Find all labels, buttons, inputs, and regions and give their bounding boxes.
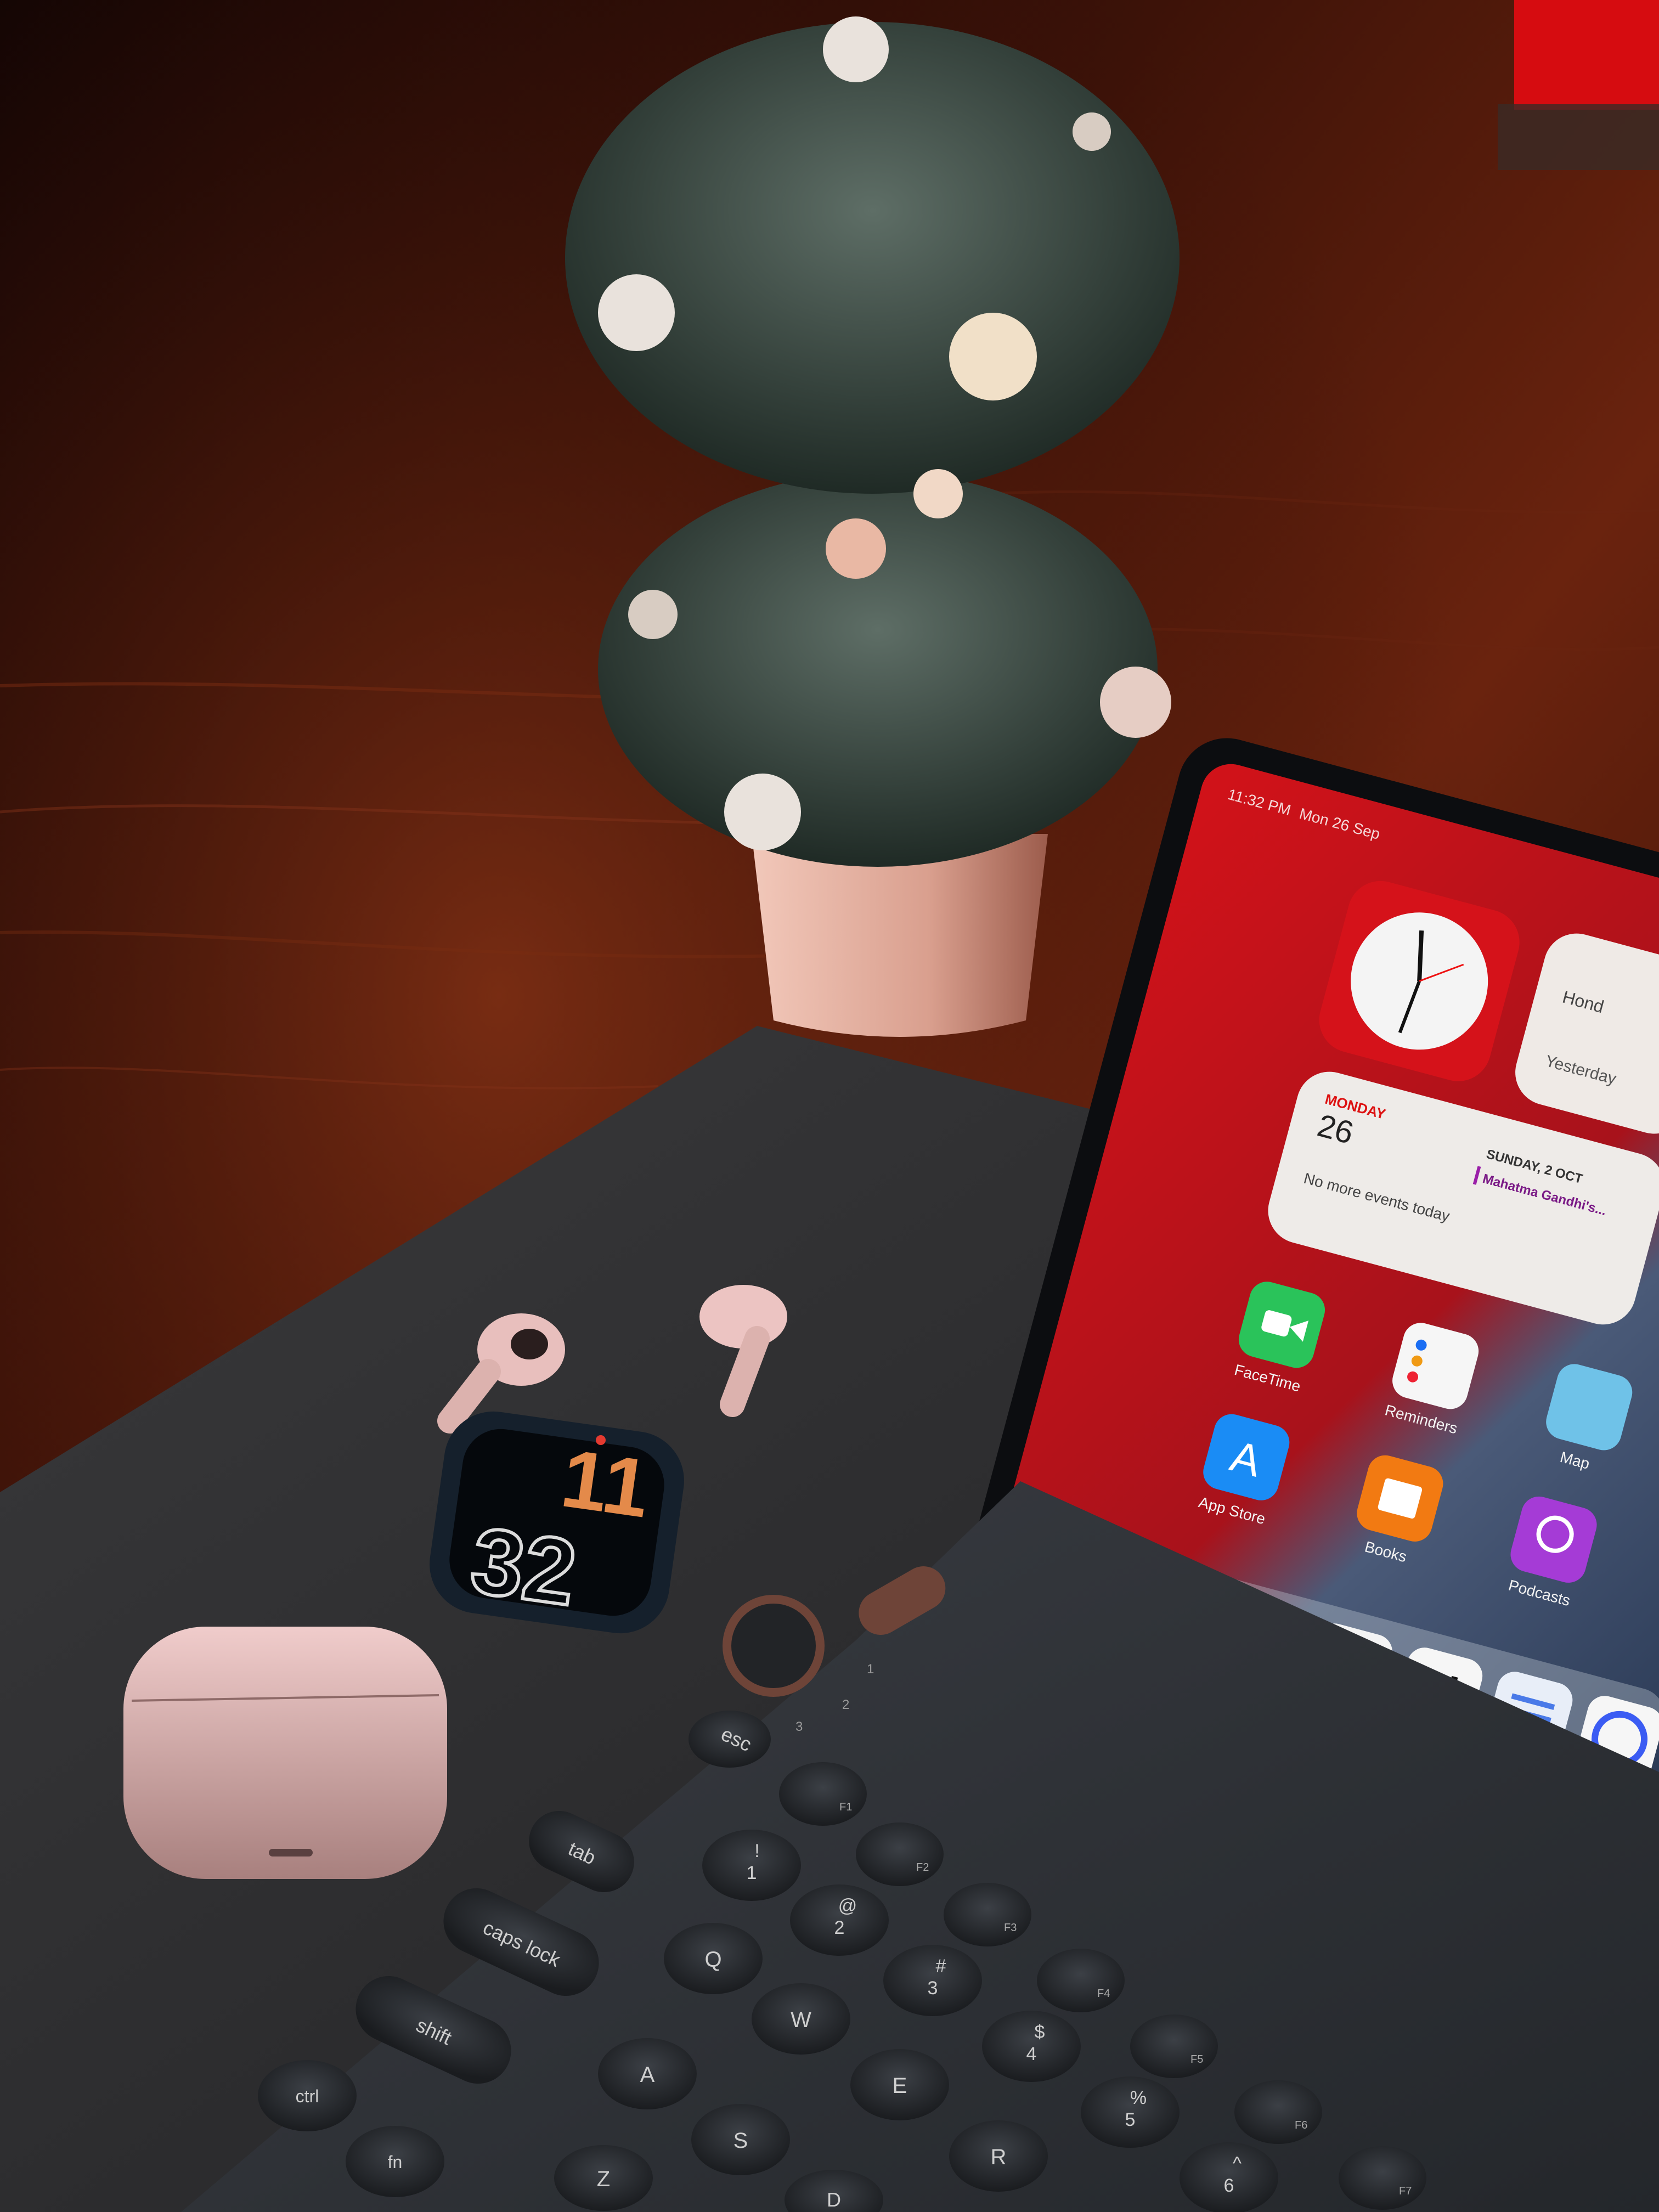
key-5[interactable]: %5 [1081,2076,1180,2148]
key-ctrl[interactable]: ctrl [258,2060,357,2131]
key-4-shift: $ [1035,2022,1045,2042]
key-2-label: 2 [834,1917,845,1938]
key-f7-label: F7 [1399,2185,1412,2197]
channel-1-label: 1 [867,1662,874,1677]
device-switch-dial[interactable] [723,1595,825,1697]
key-s[interactable]: S [691,2104,790,2175]
key-f7[interactable]: F7 [1339,2146,1426,2210]
key-w-label: W [791,2008,811,2032]
key-ctrl-label: ctrl [296,2086,319,2106]
key-4-label: 4 [1026,2044,1037,2064]
key-5-label: 5 [1125,2109,1136,2130]
scene-svg: 11 32 11:32 PM Mon 26 Sep Hond Yesterday… [0,0,1659,2212]
key-f2[interactable]: F2 [856,1822,944,1886]
key-2-shift: @ [838,1895,857,1916]
watch-hour: 11 [556,1431,655,1534]
key-f3-label: F3 [1004,1922,1017,1934]
key-w[interactable]: W [752,1983,850,2055]
key-6-shift: ^ [1233,2153,1242,2174]
key-6-label: 6 [1224,2175,1234,2196]
key-f5[interactable]: F5 [1130,2015,1218,2078]
background-monitor [1498,0,1659,170]
key-q-label: Q [704,1948,721,1972]
desk-photo-scene: 11 32 11:32 PM Mon 26 Sep Hond Yesterday… [0,0,1659,2212]
apple-watch: 11 32 [430,1411,684,1634]
airpods-case [123,1627,447,1879]
key-q[interactable]: Q [664,1923,763,1994]
key-e[interactable]: E [850,2049,949,2120]
key-d-label: D [827,2188,841,2211]
key-f6-label: F6 [1295,2119,1307,2131]
key-f3[interactable]: F3 [944,1883,1031,1946]
key-3-label: 3 [928,1978,938,1999]
key-3-shift: # [936,1956,946,1977]
key-5-shift: % [1130,2087,1147,2108]
key-fn-label: fn [388,2152,403,2172]
key-f5-label: F5 [1190,2053,1203,2066]
key-1[interactable]: !1 [702,1830,801,1901]
key-1-label: 1 [747,1863,757,1883]
key-3[interactable]: #3 [883,1945,982,2016]
key-fn[interactable]: fn [346,2126,444,2197]
key-z[interactable]: Z [554,2145,653,2211]
key-f1[interactable]: F1 [779,1762,867,1826]
key-6[interactable]: ^6 [1180,2142,1278,2212]
watch-minute: 32 [465,1508,583,1625]
key-a-label: A [640,2063,655,2087]
key-r[interactable]: R [949,2120,1048,2192]
key-4[interactable]: $4 [982,2011,1081,2082]
key-e-label: E [893,2074,907,2098]
key-f4-label: F4 [1097,1988,1110,2000]
key-f6[interactable]: F6 [1234,2080,1322,2144]
key-1-shift: ! [754,1841,759,1861]
key-z-label: Z [597,2167,610,2191]
key-a[interactable]: A [598,2038,697,2109]
key-2[interactable]: @2 [790,1884,889,1956]
key-f2-label: F2 [916,1861,929,1874]
key-r-label: R [991,2145,1007,2169]
key-f4[interactable]: F4 [1037,1949,1125,2012]
channel-3-label: 3 [795,1719,803,1734]
key-esc[interactable]: esc [689,1711,771,1768]
channel-2-label: 2 [842,1697,849,1712]
key-s-label: S [733,2129,748,2153]
key-f1-label: F1 [839,1801,852,1813]
